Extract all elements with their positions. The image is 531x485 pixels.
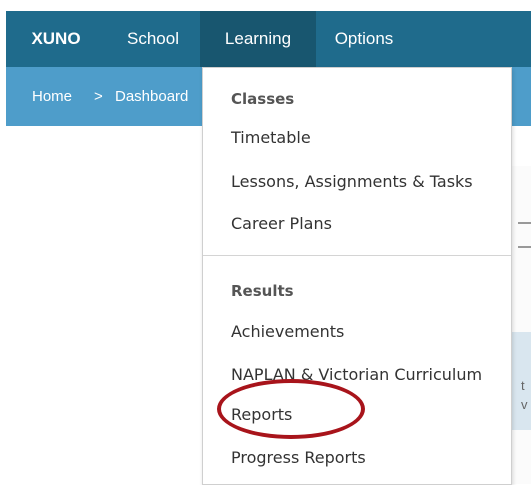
top-navigation-bar: XUNO School Learning Options (6, 11, 531, 67)
menu-divider (203, 255, 511, 256)
highlight-circle-annotation (217, 379, 365, 439)
menu-item-career-plans[interactable]: Career Plans (231, 214, 332, 233)
nav-learning[interactable]: Learning (200, 11, 316, 67)
nav-school[interactable]: School (106, 11, 200, 67)
breadcrumb-home[interactable]: Home (32, 67, 72, 126)
menu-item-progress-reports[interactable]: Progress Reports (231, 448, 366, 467)
menu-heading-results: Results (231, 282, 294, 300)
xuno-logo[interactable]: XUNO (6, 11, 106, 67)
breadcrumb-separator-icon: > (94, 88, 103, 105)
menu-item-achievements[interactable]: Achievements (231, 322, 344, 341)
menu-lines-icon (518, 222, 531, 248)
menu-item-lessons-assignments-tasks[interactable]: Lessons, Assignments & Tasks (231, 172, 473, 191)
background-text: v (521, 397, 528, 412)
background-text: t (521, 378, 525, 393)
breadcrumb-dashboard[interactable]: Dashboard (115, 67, 207, 126)
nav-options[interactable]: Options (316, 11, 412, 67)
menu-heading-classes: Classes (231, 90, 295, 108)
menu-item-timetable[interactable]: Timetable (231, 128, 311, 147)
